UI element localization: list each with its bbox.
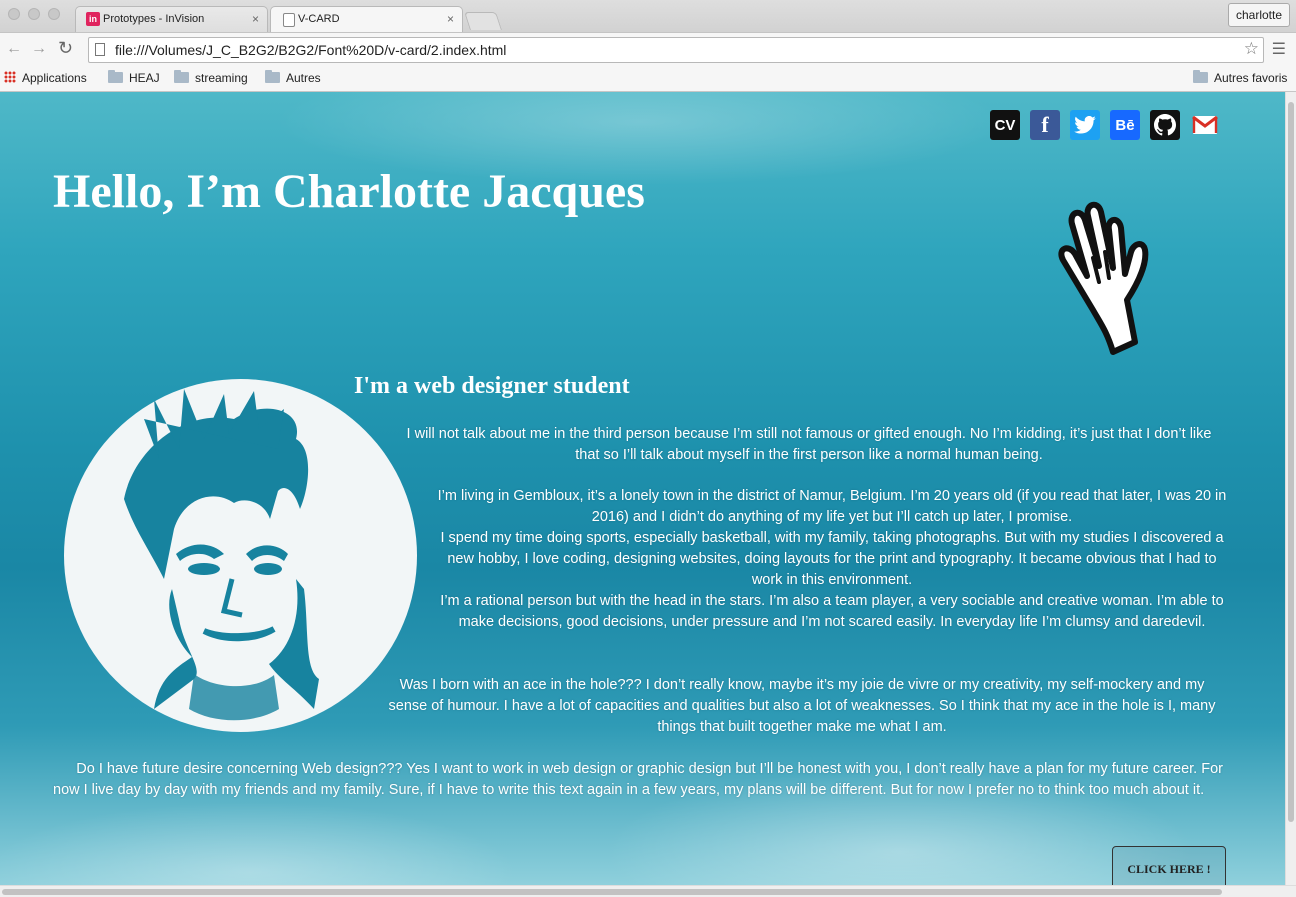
folder-icon [174,70,189,83]
star-icon[interactable]: ☆ [1244,39,1259,59]
intro-paragraph: I will not talk about me in the third pe… [406,426,1212,463]
close-icon[interactable]: × [447,12,454,26]
bookmark-autres[interactable]: Autres [265,70,321,85]
url-text: file:///Volumes/J_C_B2G2/B2G2/Font%20D/v… [115,42,507,58]
page-icon [95,43,105,56]
tab-vcard[interactable]: V-CARD × [270,6,463,32]
about-personality-text: I’m a rational person but with the head … [440,593,1224,630]
apps-icon [4,71,16,83]
tab-invision[interactable]: in Prototypes - InVision × [75,6,268,32]
portrait-illustration [124,389,319,721]
cv-icon[interactable]: CV [990,110,1020,140]
minimize-window-button[interactable] [28,8,40,20]
folder-icon [265,70,280,83]
bookmarks-bar: Applications HEAJ streaming Autres Autre… [0,68,1296,92]
forward-arrow-icon[interactable]: → [31,40,47,58]
behance-icon[interactable]: Bē [1110,110,1140,140]
avatar [64,379,417,732]
bookmark-applications[interactable]: Applications [4,71,87,85]
facebook-icon[interactable]: f [1030,110,1060,140]
twitter-icon[interactable] [1070,110,1100,140]
page-title: Hello, I’m Charlotte Jacques [53,165,645,218]
scrollbar-thumb[interactable] [1288,102,1294,822]
menu-icon[interactable]: ☰ [1272,39,1286,59]
scrollbar-thumb[interactable] [2,889,1222,895]
subtitle: I'm a web designer student [354,373,630,399]
click-here-button[interactable]: CLICK HERE ! [1112,846,1226,885]
bookmark-heaj[interactable]: HEAJ [108,70,160,85]
page-viewport: Hello, I’m Charlotte Jacques CV f Bē I'm… [0,92,1285,885]
folder-icon [1193,70,1208,83]
social-links: CV f Bē [990,110,1220,140]
close-window-button[interactable] [8,8,20,20]
folder-icon [108,70,123,83]
invision-icon: in [86,12,100,26]
ace-paragraph: Was I born with an ace in the hole??? I … [388,677,1216,735]
future-paragraph: Do I have future desire concerning Web d… [53,761,1223,798]
address-bar[interactable]: file:///Volumes/J_C_B2G2/B2G2/Font%20D/v… [88,37,1264,63]
new-tab-button[interactable] [464,12,502,30]
reload-icon[interactable]: ↻ [58,38,73,59]
github-icon[interactable] [1150,110,1180,140]
tab-title: V-CARD [298,13,340,25]
back-arrow-icon[interactable]: ← [6,40,22,58]
zoom-window-button[interactable] [48,8,60,20]
waving-hand-icon [1058,201,1149,355]
page-icon [283,13,295,27]
about-location-text: I’m living in Gembloux, it’s a lonely to… [437,488,1227,525]
gmail-icon[interactable] [1190,110,1220,140]
close-icon[interactable]: × [252,12,259,26]
profile-button[interactable]: charlotte [1227,3,1290,27]
bookmark-autres-favoris[interactable]: Autres favoris [1193,70,1287,85]
about-hobbies-text: I spend my time doing sports, especially… [440,530,1224,588]
bookmark-streaming[interactable]: streaming [174,70,248,85]
browser-toolbar: ← → ↻ file:///Volumes/J_C_B2G2/B2G2/Font… [0,32,1296,68]
tab-title: Prototypes - InVision [103,13,205,25]
horizontal-scrollbar[interactable] [0,885,1296,897]
about-paragraph: I’m living in Gembloux, it’s a lonely to… [437,486,1227,633]
vertical-scrollbar[interactable] [1285,92,1296,885]
tab-bar: in Prototypes - InVision × V-CARD × char… [0,0,1296,32]
